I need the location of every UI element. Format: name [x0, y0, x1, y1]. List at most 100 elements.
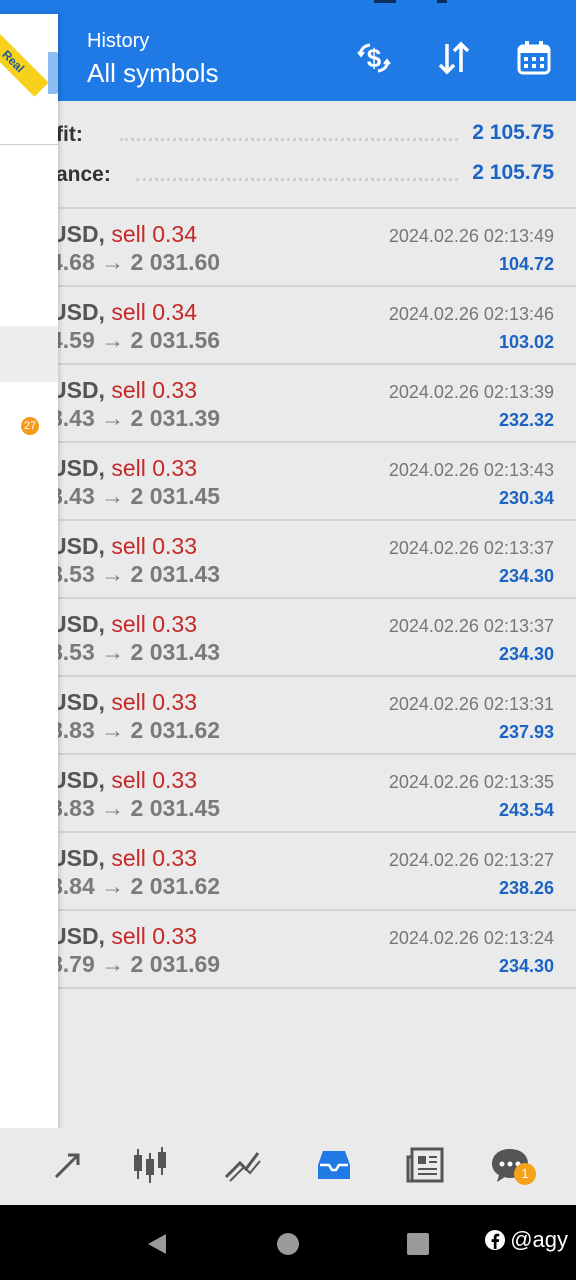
trade-profit: 238.26 — [498, 878, 554, 898]
trade-prices: 8.84 → 2 031.62 — [50, 873, 221, 899]
trade-title: USD, sell 0.33 — [50, 455, 197, 482]
status-indicator — [374, 0, 396, 3]
system-nav-bar: @agy — [0, 1205, 576, 1280]
quotes-icon[interactable] — [40, 1140, 96, 1190]
trade-prices: 4.59 → 2 031.56 — [50, 327, 221, 353]
trade-symbol: USD, — [50, 845, 105, 871]
trade-row[interactable]: USD, sell 0.33 8.53 → 2 031.43 2024.02.26 … — [0, 597, 576, 675]
trade-symbol: USD, — [50, 611, 105, 637]
trade-symbol: USD, — [50, 767, 105, 793]
trade-symbol: USD, — [50, 221, 105, 247]
trade-profit: 237.93 — [498, 722, 554, 742]
trade-title: USD, sell 0.33 — [50, 533, 197, 560]
trade-history-list: USD, sell 0.34 4.68 → 2 031.60 2024.02.26 … — [0, 207, 576, 989]
trade-time: 2024.02.26 02:13:37 — [388, 616, 554, 636]
trade-side: sell 0.34 — [111, 221, 198, 247]
trade-row[interactable]: USD, sell 0.33 8.43 → 2 031.45 2024.02.26 … — [0, 441, 576, 519]
trade-side: sell 0.33 — [111, 689, 198, 715]
trade-row[interactable]: USD, sell 0.34 4.59 → 2 031.56 2024.02.26 … — [0, 285, 576, 363]
bottom-tab-bar — [0, 1128, 576, 1205]
account-type-ribbon: Real — [0, 26, 49, 97]
trade-prices: 8.83 → 2 031.62 — [50, 717, 221, 743]
trade-row[interactable]: USD, sell 0.33 8.84 → 2 031.62 2024.02.26 … — [0, 831, 576, 909]
trade-profit: 103.02 — [498, 332, 554, 352]
trade-prices: 8.43 → 2 031.39 — [50, 405, 221, 431]
status-indicator — [437, 0, 447, 3]
notification-badge: 27 — [21, 417, 39, 435]
trade-profit: 234.30 — [498, 644, 554, 664]
trade-profit: 234.30 — [498, 566, 554, 586]
facebook-icon — [485, 1230, 506, 1250]
trade-symbol: USD, — [50, 689, 105, 715]
app-header: History All symbols $ — [0, 14, 576, 101]
trade-title: USD, sell 0.34 — [50, 221, 197, 248]
trade-time: 2024.02.26 02:13:46 — [388, 304, 554, 324]
trade-title: USD, sell 0.34 — [50, 299, 197, 326]
trade-prices: 8.53 → 2 031.43 — [50, 639, 221, 665]
trade-side: sell 0.33 — [111, 845, 198, 871]
profit-row: fit: 2 105.75 — [0, 117, 576, 151]
dotted-leader — [136, 178, 458, 181]
trade-title: USD, sell 0.33 — [50, 377, 197, 404]
divider — [0, 144, 58, 145]
trade-profit: 230.34 — [498, 488, 554, 508]
trade-row[interactable]: USD, sell 0.33 8.83 → 2 031.62 2024.02.26 … — [0, 675, 576, 753]
dotted-leader — [120, 138, 458, 141]
trade-title: USD, sell 0.33 — [50, 923, 197, 950]
trade-prices: 8.83 → 2 031.45 — [50, 795, 221, 821]
account-summary: fit: 2 105.75 ance: 2 105.75 — [0, 101, 576, 207]
history-icon[interactable] — [306, 1140, 362, 1190]
trade-prices: 8.43 → 2 031.45 — [50, 483, 221, 509]
sort-icon[interactable] — [432, 36, 476, 80]
news-icon[interactable] — [398, 1140, 454, 1190]
symbol-filter[interactable]: All symbols — [87, 58, 218, 89]
page-title: History — [87, 30, 150, 52]
trade-profit: 232.32 — [498, 410, 554, 430]
trade-prices: 4.68 → 2 031.60 — [50, 249, 221, 275]
trade-symbol: USD, — [50, 533, 105, 559]
profit-value: 2 105.75 — [472, 121, 554, 144]
balance-label: ance: — [56, 163, 111, 186]
trade-row[interactable]: USD, sell 0.33 8.53 → 2 031.43 2024.02.26 … — [0, 519, 576, 597]
drawer-item-highlight[interactable] — [0, 326, 58, 382]
chart-icon[interactable] — [122, 1140, 178, 1190]
ribbon-label: Real — [0, 47, 28, 76]
recents-icon[interactable] — [405, 1231, 431, 1262]
trade-side: sell 0.33 — [111, 377, 198, 403]
trade-row[interactable]: USD, sell 0.34 4.68 → 2 031.60 2024.02.26 … — [0, 207, 576, 285]
svg-text:$: $ — [367, 43, 382, 73]
trade-time: 2024.02.26 02:13:24 — [388, 928, 554, 948]
trade-symbol: USD, — [50, 299, 105, 325]
home-icon[interactable] — [275, 1231, 301, 1262]
trade-title: USD, sell 0.33 — [50, 767, 197, 794]
trade-row[interactable]: USD, sell 0.33 8.83 → 2 031.45 2024.02.26 … — [0, 753, 576, 831]
trade-symbol: USD, — [50, 455, 105, 481]
trade-row[interactable]: USD, sell 0.33 8.79 → 2 031.69 2024.02.26 … — [0, 909, 576, 989]
trade-side: sell 0.33 — [111, 923, 198, 949]
balance-value: 2 105.75 — [472, 161, 554, 184]
trade-time: 2024.02.26 02:13:35 — [388, 772, 554, 792]
dollar-exchange-icon[interactable]: $ — [352, 36, 396, 80]
watermark-text: @agy — [510, 1227, 568, 1252]
profit-label: fit: — [56, 123, 83, 146]
trade-profit: 104.72 — [498, 254, 554, 274]
trade-profit: 243.54 — [498, 800, 554, 820]
trade-prices: 8.79 → 2 031.69 — [50, 951, 221, 977]
trade-row[interactable]: USD, sell 0.33 8.43 → 2 031.39 2024.02.26 … — [0, 363, 576, 441]
trade-symbol: USD, — [50, 923, 105, 949]
trade-title: USD, sell 0.33 — [50, 611, 197, 638]
trade-side: sell 0.34 — [111, 299, 198, 325]
side-drawer[interactable]: Real 27 — [0, 14, 58, 1205]
trade-title: USD, sell 0.33 — [50, 845, 197, 872]
trade-time: 2024.02.26 02:13:49 — [388, 226, 554, 246]
calendar-icon[interactable] — [512, 36, 556, 80]
trade-time: 2024.02.26 02:13:27 — [388, 850, 554, 870]
status-bar — [0, 0, 576, 14]
trade-icon[interactable] — [214, 1140, 270, 1190]
trade-profit: 234.30 — [498, 956, 554, 976]
trade-side: sell 0.33 — [111, 611, 198, 637]
trade-time: 2024.02.26 02:13:43 — [388, 460, 554, 480]
back-icon[interactable] — [144, 1231, 170, 1262]
trade-time: 2024.02.26 02:13:37 — [388, 538, 554, 558]
trade-symbol: USD, — [50, 377, 105, 403]
